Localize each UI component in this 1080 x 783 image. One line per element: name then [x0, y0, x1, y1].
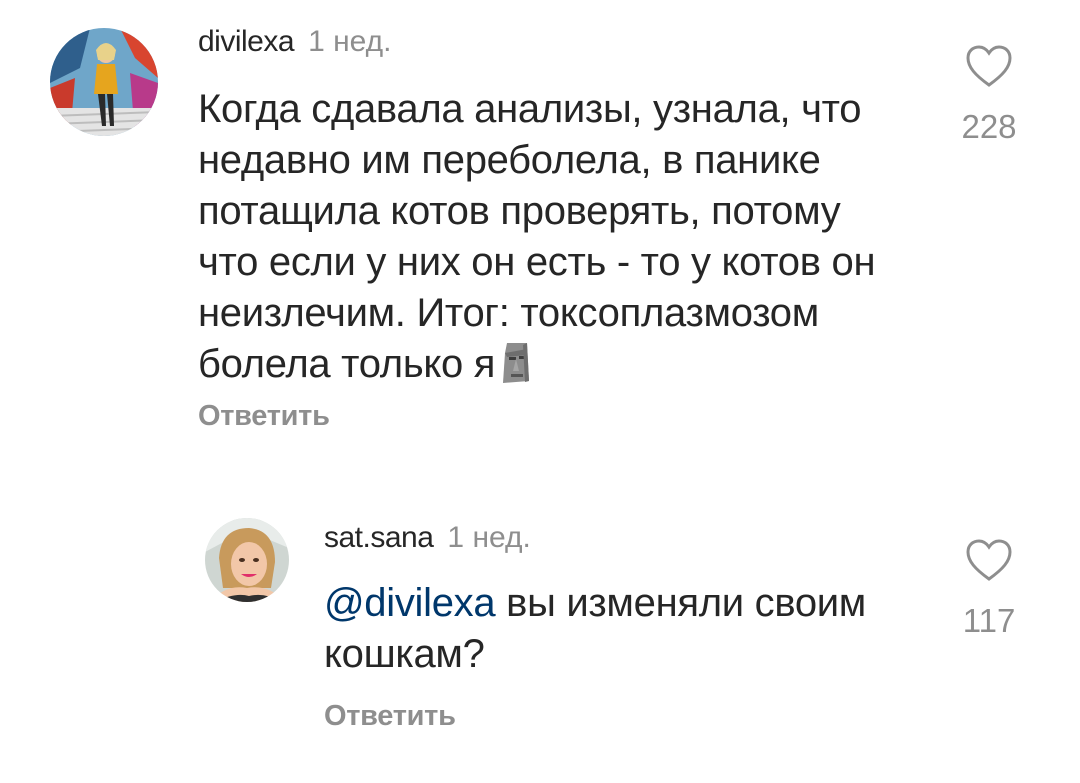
comment-line: что если у них он есть - то у котов он [198, 240, 876, 284]
like-column: 117 [944, 538, 1034, 640]
comment-line: неизлечим. Итог: токсоплазмозом [198, 291, 819, 335]
comment-line: @divilexa вы изменяли своим [324, 578, 944, 629]
comment-line-last: болела только я [198, 339, 938, 398]
heart-outline-icon[interactable] [965, 44, 1013, 88]
comment-meta: sat.sana 1 нед. [324, 520, 531, 556]
username[interactable]: sat.sana [324, 521, 434, 554]
comment-line: болела только я [198, 342, 496, 386]
like-count: 117 [962, 602, 1016, 639]
comment-text: Когда сдавала анализы, узнала, что недав… [198, 84, 938, 398]
reply-button[interactable]: Ответить [324, 699, 456, 733]
comment-line: потащила котов проверять, потому [198, 189, 841, 233]
like-column: 228 [944, 44, 1034, 146]
mention-link[interactable]: @divilexa [324, 581, 496, 625]
avatar-sat-sana-image [205, 518, 289, 602]
moai-emoji-icon [499, 341, 533, 398]
username[interactable]: divilexa [198, 25, 295, 58]
timestamp: 1 нед. [447, 521, 531, 554]
comment-line: недавно им переболела, в панике [198, 138, 821, 182]
heart-outline-icon[interactable] [965, 538, 1013, 582]
comment-text: @divilexa вы изменяли своим кошкам? [324, 578, 944, 680]
comment-line: кошкам? [324, 632, 485, 676]
comment-line-rest: вы изменяли своим [495, 581, 867, 625]
avatar-divilexa-image [50, 28, 158, 136]
reply-button[interactable]: Ответить [198, 399, 330, 433]
avatar-divilexa[interactable] [50, 28, 158, 136]
like-count: 228 [961, 108, 1017, 145]
avatar-sat-sana[interactable] [205, 518, 289, 602]
comment-meta: divilexa 1 нед. [198, 24, 392, 60]
timestamp: 1 нед. [308, 25, 392, 58]
comment-line: Когда сдавала анализы, узнала, что [198, 87, 862, 131]
